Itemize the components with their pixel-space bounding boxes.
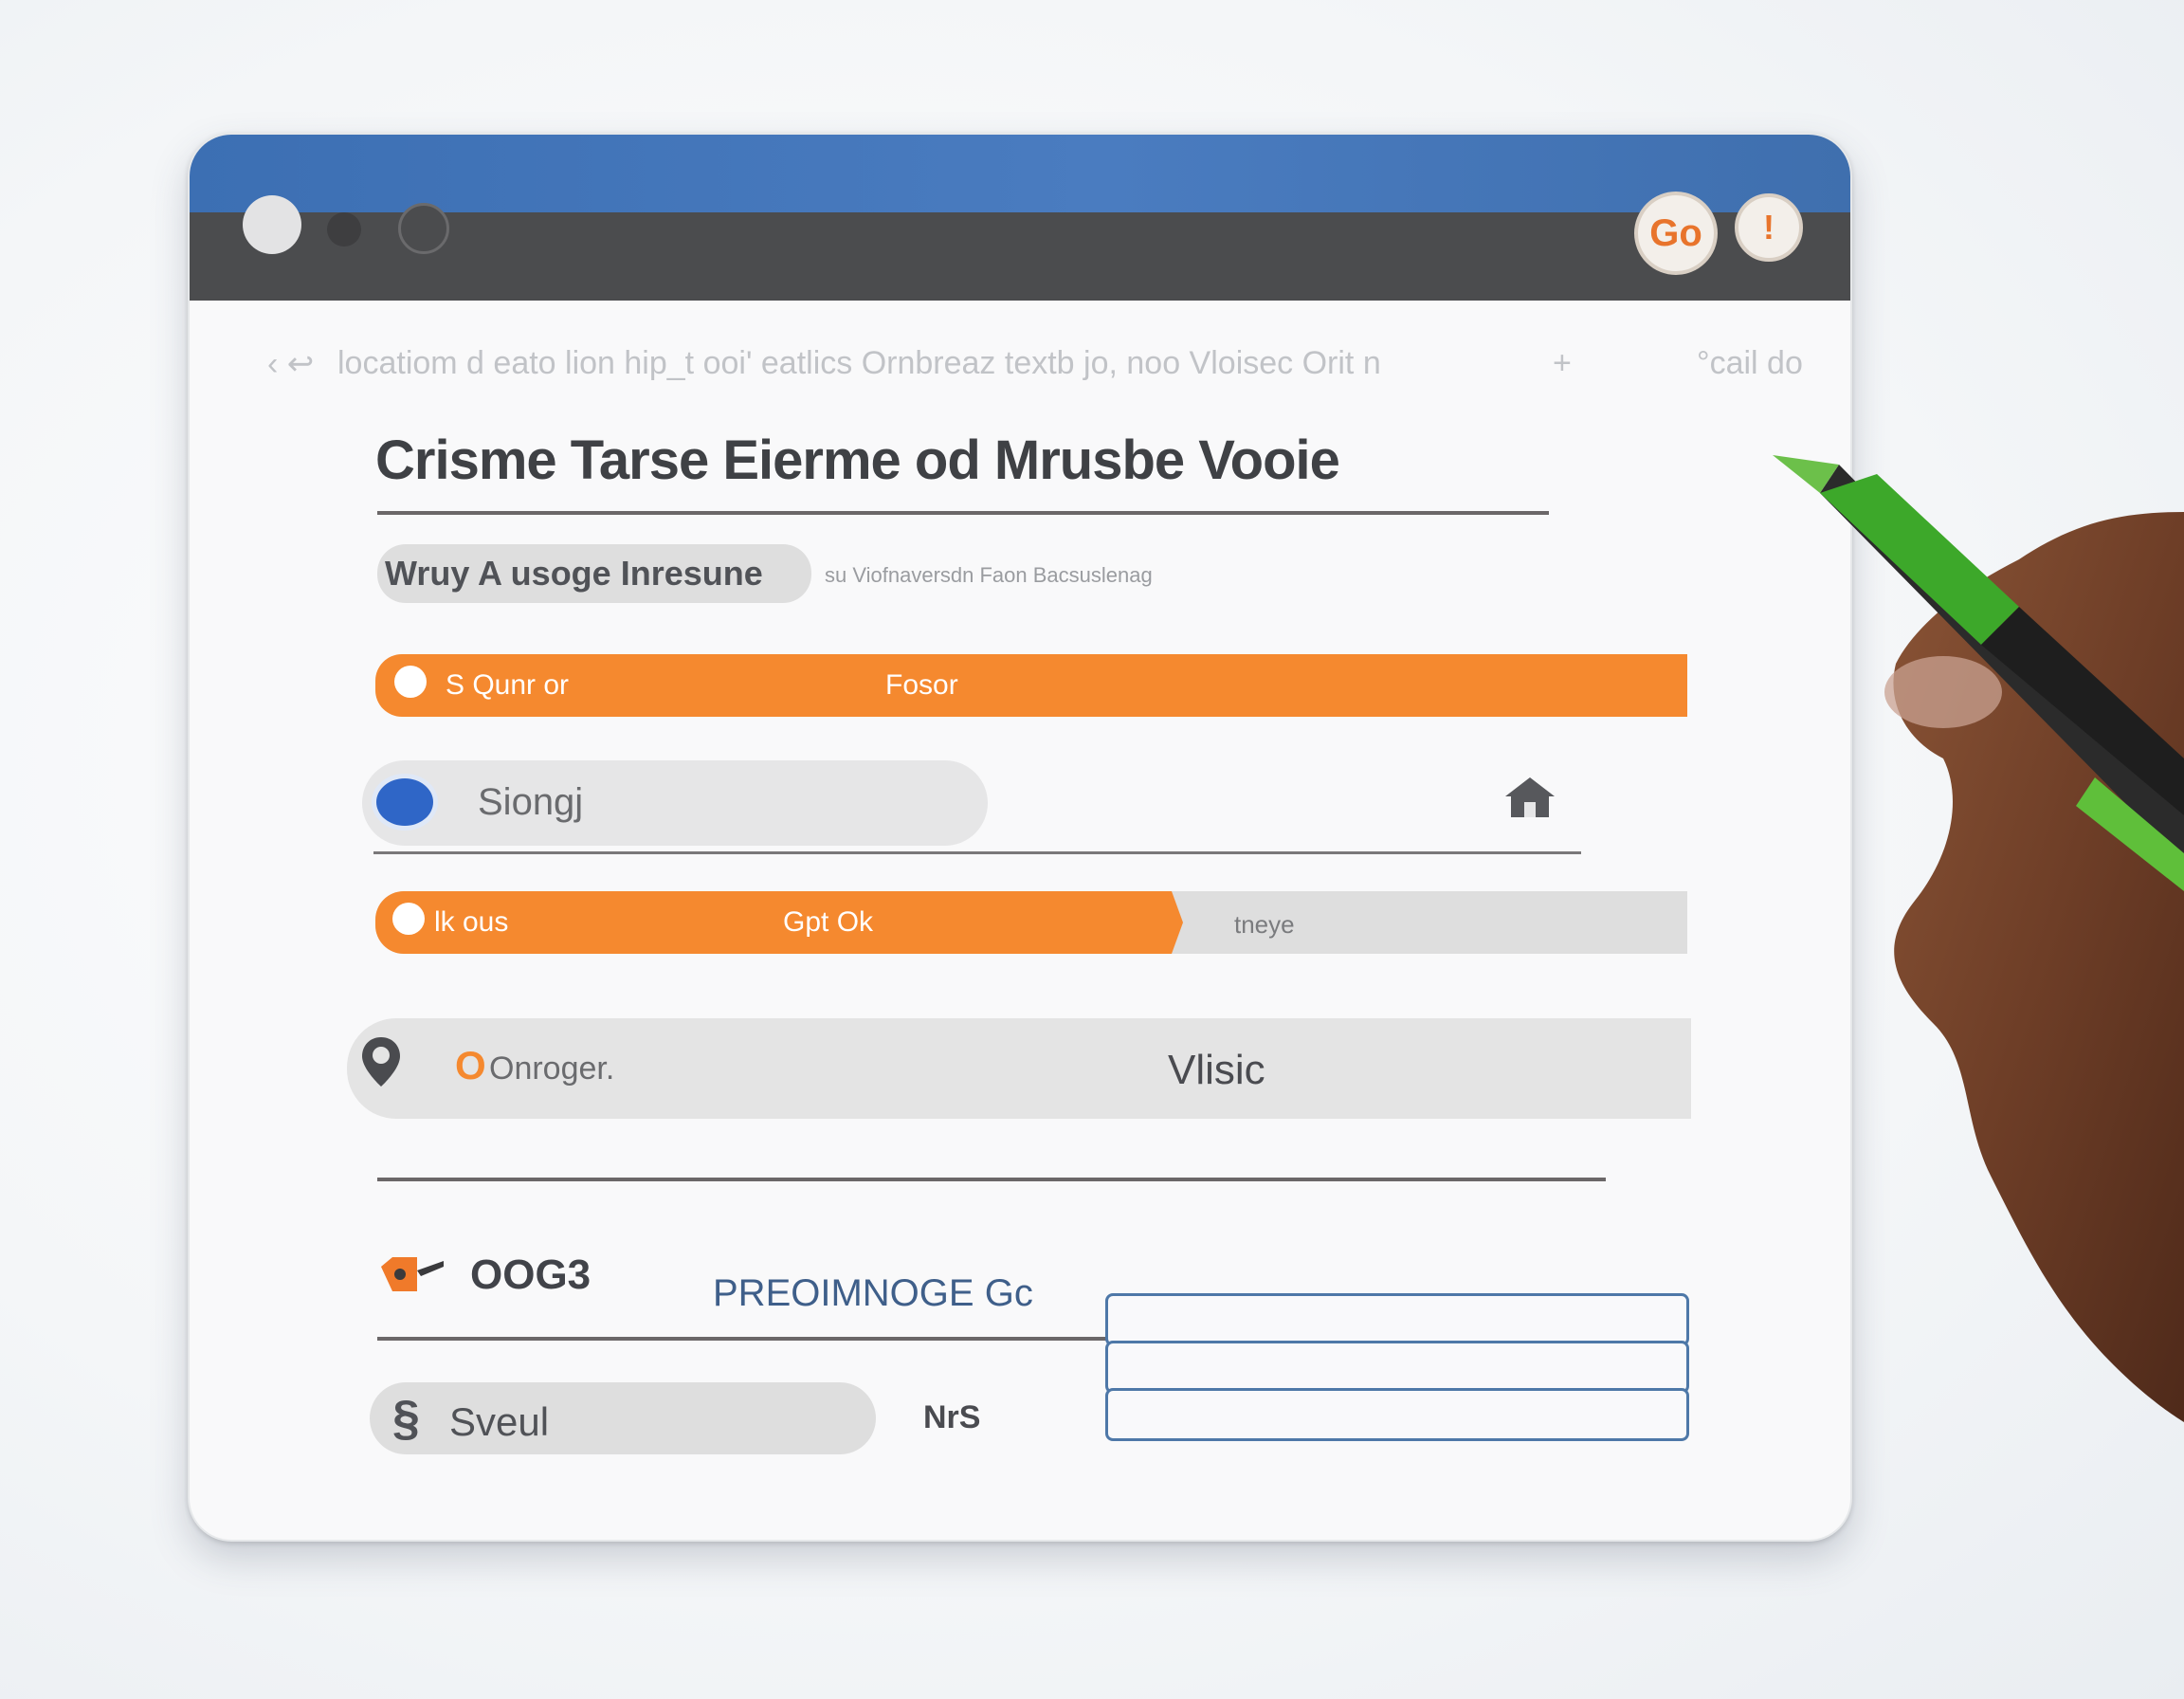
alert-badge-icon[interactable]: ! <box>1735 193 1803 262</box>
window-maximize-dot[interactable] <box>398 203 449 254</box>
section-divider <box>377 1178 1606 1181</box>
stacked-field-1[interactable] <box>1105 1293 1689 1346</box>
location-left-label: Onroger. <box>489 1050 615 1087</box>
subtitle-text: Wruy A usoge Inresune <box>385 554 763 593</box>
address-bar[interactable]: ‹ ↩ locatiom d eato lion hip_t ooi' eatl… <box>267 345 1803 383</box>
page-title: Crisme Tarse Eierme od Mrusbe Vooie <box>375 429 1340 491</box>
bar-1-center-label: Fosor <box>885 669 958 701</box>
home-icon[interactable] <box>1503 776 1556 819</box>
search-value: Siongj <box>478 781 584 823</box>
bar-1-icon <box>394 666 427 698</box>
address-right-text: °cail do <box>1697 345 1803 381</box>
title-divider <box>377 511 1549 515</box>
footer-divider <box>377 1337 1181 1341</box>
stacked-field-3[interactable] <box>1105 1388 1689 1441</box>
app-window: Go ! ‹ ↩ locatiom d eato lion hip_t ooi'… <box>188 133 1852 1542</box>
address-text: locatiom d eato lion hip_t ooi' eatlics … <box>337 345 1381 381</box>
hand-with-pen <box>1773 455 2184 1422</box>
stacked-field-2[interactable] <box>1105 1341 1689 1394</box>
search-underline <box>373 851 1581 854</box>
map-pin-icon <box>362 1037 400 1087</box>
search-row: Siongj <box>362 760 1581 854</box>
search-input[interactable]: Siongj <box>362 760 988 846</box>
window-close-dot[interactable] <box>243 195 301 254</box>
location-orange-mark: O <box>455 1043 486 1087</box>
back-icon[interactable]: ‹ ↩ <box>267 345 314 383</box>
subtitle-note: su Viofnaversdn Faon Bacsuslenag <box>825 563 1153 587</box>
footer-side-label: NrS <box>923 1399 981 1435</box>
footer-section-subtitle: PREOIMNOGE Gc <box>713 1272 1033 1314</box>
bar-2-right-label: tneye <box>1234 910 1295 939</box>
save-icon: § <box>392 1391 420 1446</box>
bar-2-icon <box>392 903 425 935</box>
subtitle-pill: Wruy A usoge Inresune <box>377 544 811 603</box>
bar-1-left-label: S Qunr or <box>446 669 570 701</box>
save-button-label: Sveul <box>449 1399 550 1444</box>
title-bar: Go ! <box>190 135 1850 301</box>
badge-text: Go <box>1649 211 1702 254</box>
bar-2-left-label: lk ous <box>434 906 509 938</box>
progress-bar-2[interactable]: lk ous Gpt Ok tneye <box>375 891 1687 954</box>
save-button[interactable]: § Sveul <box>370 1382 876 1454</box>
progress-bar-1[interactable]: S Qunr or Fosor <box>375 654 1687 717</box>
bar-2-center-label: Gpt Ok <box>783 906 874 938</box>
add-icon[interactable]: + <box>1553 345 1572 382</box>
tag-icon <box>381 1257 444 1291</box>
orange-badge-icon[interactable]: Go <box>1634 192 1718 275</box>
window-minimize-dot[interactable] <box>327 212 361 247</box>
location-center-label: Vlisic <box>1168 1047 1265 1093</box>
globe-icon <box>372 774 438 831</box>
footer-section-title: OOG3 <box>470 1251 592 1298</box>
location-row[interactable]: O Onroger. Vlisic <box>347 1018 1691 1119</box>
title-bar-top <box>190 135 1850 212</box>
